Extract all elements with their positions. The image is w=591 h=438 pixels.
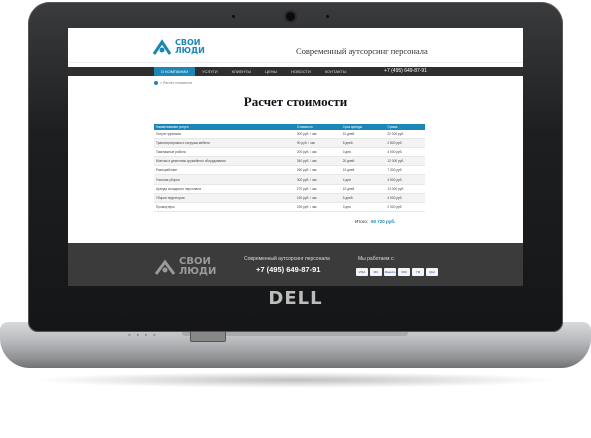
- payment-icons: VISA MC Maestro WM YM Qiwi: [356, 268, 438, 276]
- cell-price: 300 руб. / час: [294, 130, 341, 140]
- total-label: Итого:: [355, 219, 369, 224]
- main-nav: О компании Услуги Клиенты Цены Новости К…: [68, 67, 523, 76]
- logo-mark-icon: [152, 38, 172, 56]
- mic-left-icon: [232, 15, 235, 18]
- cell-sum: 2 000 руб.: [385, 202, 425, 212]
- cell-term: 4 дня: [340, 174, 386, 185]
- yandex-money-icon: YM: [412, 268, 424, 276]
- cell-service: Аренда складского персонала: [154, 184, 295, 194]
- webmoney-icon: WM: [398, 268, 410, 276]
- cell-price: 150 руб. / час: [294, 193, 341, 203]
- footer-logo[interactable]: СВОИ ЛЮДИ: [154, 257, 216, 277]
- laptop-shadow: [30, 372, 561, 388]
- cell-sum: 4 000 руб.: [385, 147, 425, 158]
- table-row: Уличная уборка 300 руб. / час 4 дня 4 500 р…: [154, 174, 425, 185]
- cell-price: 200 руб. / час: [294, 147, 341, 158]
- nav-item-news[interactable]: Новости: [284, 67, 318, 76]
- table-row: Аренда складского персонала 270 руб. / ча…: [154, 184, 425, 194]
- table-row: Транспортировка и погрузка мебели 90 руб.…: [154, 138, 425, 149]
- cell-sum: 4 000 руб.: [385, 193, 425, 203]
- cost-table: Наименование услуги Стоимость Срок аренд…: [154, 124, 425, 212]
- cell-term: 5 дней: [340, 138, 386, 149]
- total: Итого: 50 720 руб.: [355, 219, 395, 224]
- table-row: Промоутеры 230 руб. / час 3 дня 2 000 руб.: [154, 202, 425, 212]
- cell-term: 10 дней: [340, 165, 386, 176]
- nav-item-contacts[interactable]: Контакты: [318, 67, 354, 76]
- nav-phone[interactable]: +7 (495) 649-87-91: [384, 67, 427, 76]
- nav-item-company[interactable]: О компании: [154, 67, 196, 76]
- cell-price: 340 руб. / час: [294, 156, 341, 167]
- cell-service: Уборка территории: [154, 193, 295, 203]
- cell-term: 3 дня: [340, 202, 386, 212]
- mic-right-icon: [326, 15, 329, 18]
- cell-price: 300 руб. / час: [294, 174, 341, 185]
- site-header: СВОИ ЛЮДИ Современный аутсорсинг персона…: [68, 28, 523, 63]
- cell-term: 10 дней: [340, 130, 386, 140]
- cell-term: 10 дней: [340, 184, 386, 194]
- cell-sum: 22 000 руб.: [385, 130, 425, 140]
- nav-item-prices[interactable]: Цены: [258, 67, 284, 76]
- cell-service: Транспортировка и погрузка мебели: [154, 138, 295, 149]
- cell-term: 5 дней: [340, 193, 386, 203]
- nav-item-clients[interactable]: Клиенты: [225, 67, 258, 76]
- table-row: Монтаж и демонтаж оружейного оборудовани…: [154, 156, 425, 167]
- webcam-icon: [286, 12, 295, 21]
- footer-logo-line2: ЛЮДИ: [179, 266, 217, 277]
- site-footer: СВОИ ЛЮДИ Современный аутсорсинг персона…: [68, 243, 523, 286]
- table-row: Услуги грузчиков 300 руб. / час 10 дней 22 …: [154, 130, 425, 140]
- table-row: Уборка территории 150 руб. / час 5 дней 4 0…: [154, 193, 425, 203]
- cell-service: Услуги грузчиков: [154, 130, 295, 140]
- cell-price: 270 руб. / час: [294, 184, 341, 194]
- cell-sum: 13 000 руб.: [385, 184, 425, 194]
- cell-service: Такелажные работы: [154, 147, 295, 158]
- page-title: Расчет стоимости: [243, 94, 348, 109]
- qiwi-icon: Qiwi: [426, 268, 438, 276]
- cell-term: 3 дня: [340, 147, 386, 158]
- breadcrumb-label: > Расчет стоимости: [160, 81, 192, 85]
- cell-sum: 4 500 руб.: [385, 174, 425, 185]
- site-logo[interactable]: СВОИ ЛЮДИ: [152, 38, 205, 56]
- status-leds: ◦ ◦ ◦ ◦: [128, 332, 156, 339]
- cell-price: 260 руб. / час: [294, 165, 341, 176]
- home-icon[interactable]: [154, 81, 158, 86]
- cell-price: 230 руб. / час: [294, 202, 341, 212]
- table-row: Такелажные работы 200 руб. / час 3 дня 4 00…: [154, 147, 425, 158]
- maestro-icon: Maestro: [384, 268, 396, 276]
- cell-term: 20 дней: [340, 156, 386, 167]
- table-row: Разнорабочие 260 руб. / час 10 дней 7 300 р…: [154, 165, 425, 176]
- total-value: 50 720 руб.: [371, 219, 396, 224]
- cell-sum: 2 800 руб.: [385, 138, 425, 149]
- payment-title: Мы работаем с:: [358, 256, 395, 262]
- footer-tagline: Современный аутсорсинг персонала: [244, 256, 330, 262]
- site-tagline: Современный аутсорсинг персонала: [296, 46, 428, 56]
- cell-service: Разнорабочие: [154, 165, 295, 176]
- logo-line2: ЛЮДИ: [175, 46, 205, 55]
- cell-sum: 12 000 руб.: [385, 156, 425, 167]
- visa-icon: VISA: [356, 268, 368, 276]
- mastercard-icon: MC: [370, 268, 382, 276]
- footer-phone[interactable]: +7 (495) 649-87-91: [256, 265, 320, 274]
- breadcrumb: > Расчет стоимости: [154, 81, 192, 86]
- cell-service: Промоутеры: [154, 202, 295, 212]
- nav-item-services[interactable]: Услуги: [195, 67, 225, 76]
- cell-service: Монтаж и демонтаж оружейного оборудовани…: [154, 156, 295, 167]
- cell-sum: 7 300 руб.: [385, 165, 425, 176]
- dell-logo: DELL: [268, 288, 323, 309]
- cell-price: 90 руб. / час: [294, 138, 341, 149]
- laptop-screen: СВОИ ЛЮДИ Современный аутсорсинг персона…: [68, 28, 523, 286]
- cell-service: Уличная уборка: [154, 174, 295, 185]
- footer-logo-mark-icon: [154, 259, 176, 275]
